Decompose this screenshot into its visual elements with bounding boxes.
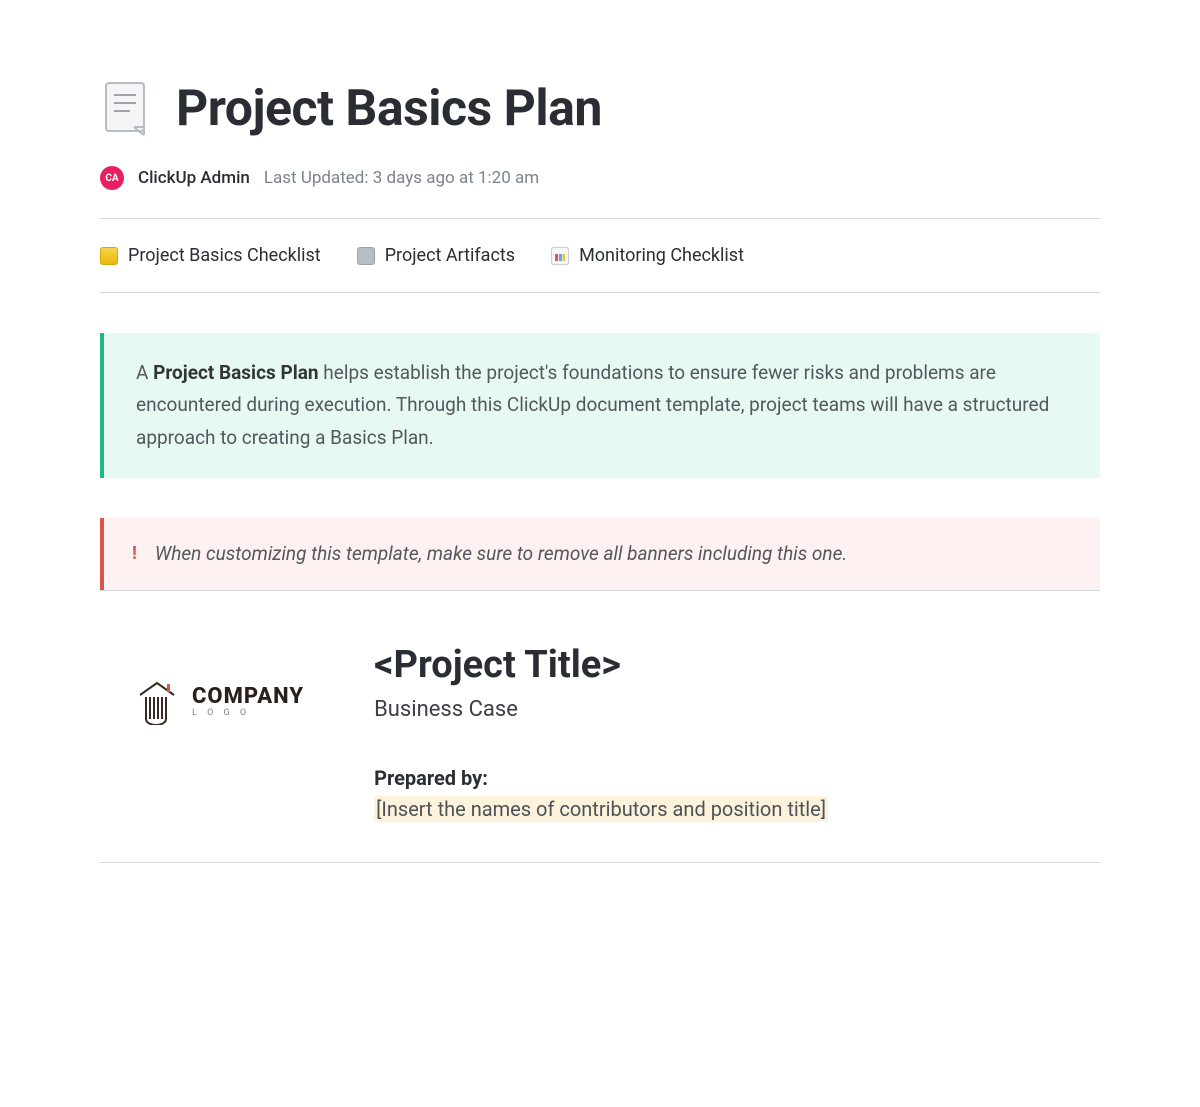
tab-project-basics-checklist[interactable]: Project Basics Checklist (100, 245, 321, 266)
intro-callout: A Project Basics Plan helps establish th… (100, 333, 1100, 478)
divider (100, 292, 1100, 293)
artifacts-icon (357, 247, 375, 265)
prepared-by-label: Prepared by: (374, 766, 1100, 790)
document-icon (100, 81, 152, 137)
intro-text-strong: Project Basics Plan (153, 361, 318, 384)
warning-icon: ! (132, 539, 137, 570)
warning-text: When customizing this template, make sur… (155, 538, 847, 570)
project-block: COMPANY L O G O <Project Title> Business… (100, 591, 1100, 862)
tab-label: Project Basics Checklist (128, 245, 321, 266)
tab-monitoring-checklist[interactable]: Monitoring Checklist (551, 245, 744, 266)
prepared-by-placeholder[interactable]: [Insert the names of contributors and po… (374, 796, 828, 822)
author-avatar[interactable]: CA (100, 166, 124, 190)
project-info: <Project Title> Business Case Prepared b… (374, 643, 1100, 822)
author-name[interactable]: ClickUp Admin (138, 168, 250, 188)
company-logo-text: COMPANY (192, 686, 304, 708)
company-logo-text-wrap: COMPANY L O G O (192, 686, 304, 718)
tabs-row: Project Basics Checklist Project Artifac… (100, 219, 1100, 292)
chart-icon (551, 247, 569, 265)
company-logo-subtext: L O G O (192, 708, 304, 718)
company-logo-icon (134, 679, 180, 725)
last-updated: Last Updated: 3 days ago at 1:20 am (264, 168, 539, 188)
tab-project-artifacts[interactable]: Project Artifacts (357, 245, 515, 266)
page-title: Project Basics Plan (176, 80, 602, 138)
meta-row: CA ClickUp Admin Last Updated: 3 days ag… (100, 166, 1100, 190)
notebook-icon (100, 247, 118, 265)
project-title[interactable]: <Project Title> (374, 643, 1100, 687)
tab-label: Monitoring Checklist (579, 245, 744, 266)
warning-callout: ! When customizing this template, make s… (100, 518, 1100, 590)
project-subtitle: Business Case (374, 697, 1100, 722)
intro-text-prefix: A (136, 361, 153, 384)
title-row: Project Basics Plan (100, 80, 1100, 138)
divider (100, 862, 1100, 863)
tab-label: Project Artifacts (385, 245, 515, 266)
company-logo: COMPANY L O G O (134, 643, 304, 725)
